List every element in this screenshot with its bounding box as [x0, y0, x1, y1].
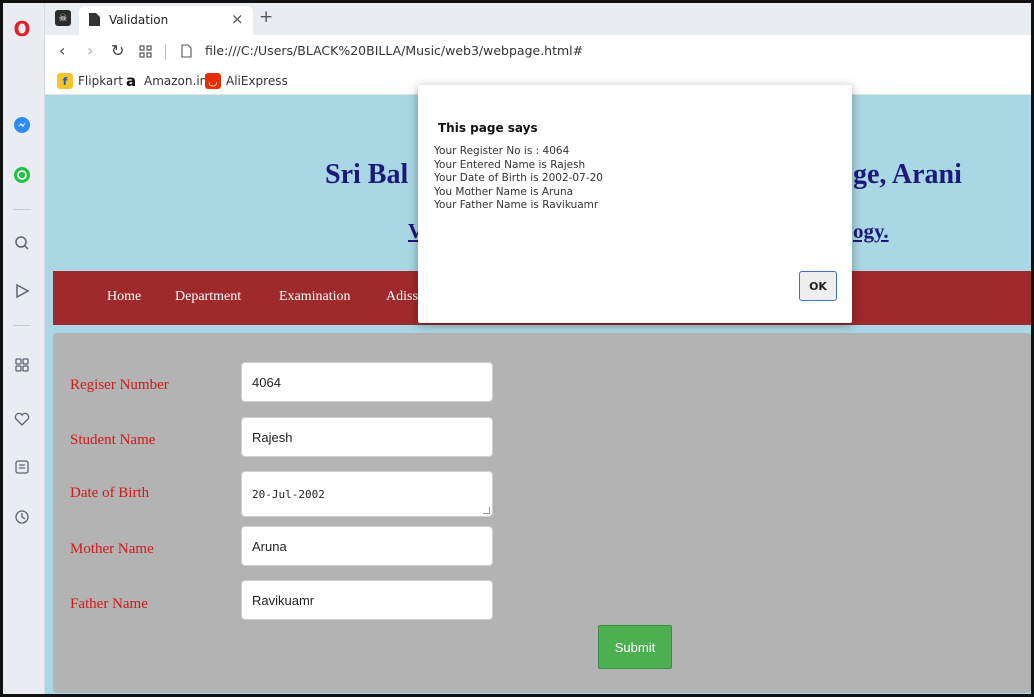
- back-icon[interactable]: ‹: [59, 41, 65, 60]
- alert-dialog: This page says Your Register No is : 406…: [418, 85, 852, 323]
- student-name-input[interactable]: Rajesh: [241, 417, 493, 457]
- mother-name-label: Mother Name: [70, 541, 154, 557]
- submit-button[interactable]: Submit: [598, 625, 672, 669]
- nav-home[interactable]: Home: [107, 289, 141, 305]
- ok-button[interactable]: OK: [799, 271, 837, 301]
- reload-icon[interactable]: ↻: [111, 41, 124, 60]
- tabs-grid-icon[interactable]: [139, 43, 152, 62]
- news-icon[interactable]: [10, 455, 34, 479]
- college-title-right: ge, Arani: [853, 159, 962, 190]
- dialog-message: Your Register No is : 4064 Your Entered …: [434, 145, 603, 213]
- opera-logo-icon[interactable]: O: [10, 17, 34, 41]
- tab-validation[interactable]: Validation ×: [79, 6, 253, 35]
- extension-icon[interactable]: ☠: [55, 10, 71, 26]
- flipkart-icon: f: [57, 73, 73, 89]
- page-icon: [89, 13, 100, 29]
- file-icon: [181, 43, 192, 62]
- date-of-birth-input[interactable]: 20-Jul-2002: [241, 471, 493, 517]
- dialog-line: Your Register No is : 4064: [434, 145, 570, 157]
- new-tab-icon[interactable]: +: [259, 7, 273, 27]
- register-number-label: Regiser Number: [70, 377, 169, 393]
- player-icon[interactable]: [10, 279, 34, 303]
- bookmark-flipkart[interactable]: f Flipkart: [57, 73, 123, 89]
- bookmark-amazon[interactable]: a Amazon.in: [123, 72, 208, 90]
- bookmark-label: Flipkart: [78, 74, 123, 88]
- tab-strip: ☠ Validation × +: [45, 3, 1031, 35]
- bookmark-aliexpress[interactable]: ◡ AliExpress: [205, 73, 288, 89]
- student-name-label: Student Name: [70, 432, 156, 448]
- forward-icon[interactable]: ›: [87, 41, 93, 60]
- sidebar-divider: [13, 325, 31, 326]
- address-bar: ‹ › ↻ file:///C:/Users/BLACK%20BILLA/Mus…: [45, 35, 1031, 67]
- department-subtitle-right: ogy.: [853, 219, 889, 243]
- amazon-icon: a: [125, 72, 137, 90]
- browser-window: O ☠ Validation × + ‹ › ↻ file:///C:/User…: [0, 0, 1034, 697]
- father-name-label: Father Name: [70, 596, 148, 612]
- resize-handle-icon[interactable]: [483, 507, 490, 514]
- dialog-line: Your Father Name is Ravikuamr: [434, 199, 599, 211]
- register-number-input[interactable]: 4064: [241, 362, 493, 402]
- college-title-left: Sri Bal: [325, 159, 409, 190]
- registration-form: Regiser Number 4064 Student Name Rajesh …: [53, 333, 1031, 693]
- date-of-birth-label: Date of Birth: [70, 485, 150, 501]
- dialog-line: Your Entered Name is Rajesh: [434, 158, 586, 171]
- close-icon[interactable]: ×: [231, 10, 244, 28]
- search-icon[interactable]: [10, 231, 34, 255]
- aliexpress-icon: ◡: [205, 73, 221, 89]
- nav-admission[interactable]: Adiss: [386, 289, 418, 305]
- heart-icon[interactable]: [10, 407, 34, 431]
- bookmark-label: Amazon.in: [144, 74, 208, 88]
- father-name-input[interactable]: Ravikuamr: [241, 580, 493, 620]
- opera-sidebar: O: [3, 3, 45, 694]
- dialog-line: Your Date of Birth is 2002-07-20: [434, 172, 603, 184]
- dialog-title: This page says: [438, 121, 538, 135]
- date-of-birth-value: 20-Jul-2002: [252, 487, 325, 501]
- speed-dial-icon[interactable]: [10, 353, 34, 377]
- nav-department[interactable]: Department: [175, 289, 241, 305]
- messenger-icon[interactable]: [10, 113, 34, 137]
- whatsapp-icon[interactable]: [10, 163, 34, 187]
- bookmark-label: AliExpress: [226, 74, 288, 88]
- dialog-line: You Mother Name is Aruna: [434, 185, 574, 198]
- url-field[interactable]: file:///C:/Users/BLACK%20BILLA/Music/web…: [205, 43, 583, 58]
- mother-name-input[interactable]: Aruna: [241, 526, 493, 566]
- address-divider: [165, 44, 166, 60]
- sidebar-divider: [13, 209, 31, 210]
- history-icon[interactable]: [10, 505, 34, 529]
- nav-examination[interactable]: Examination: [279, 289, 351, 305]
- tab-title: Validation: [109, 13, 169, 27]
